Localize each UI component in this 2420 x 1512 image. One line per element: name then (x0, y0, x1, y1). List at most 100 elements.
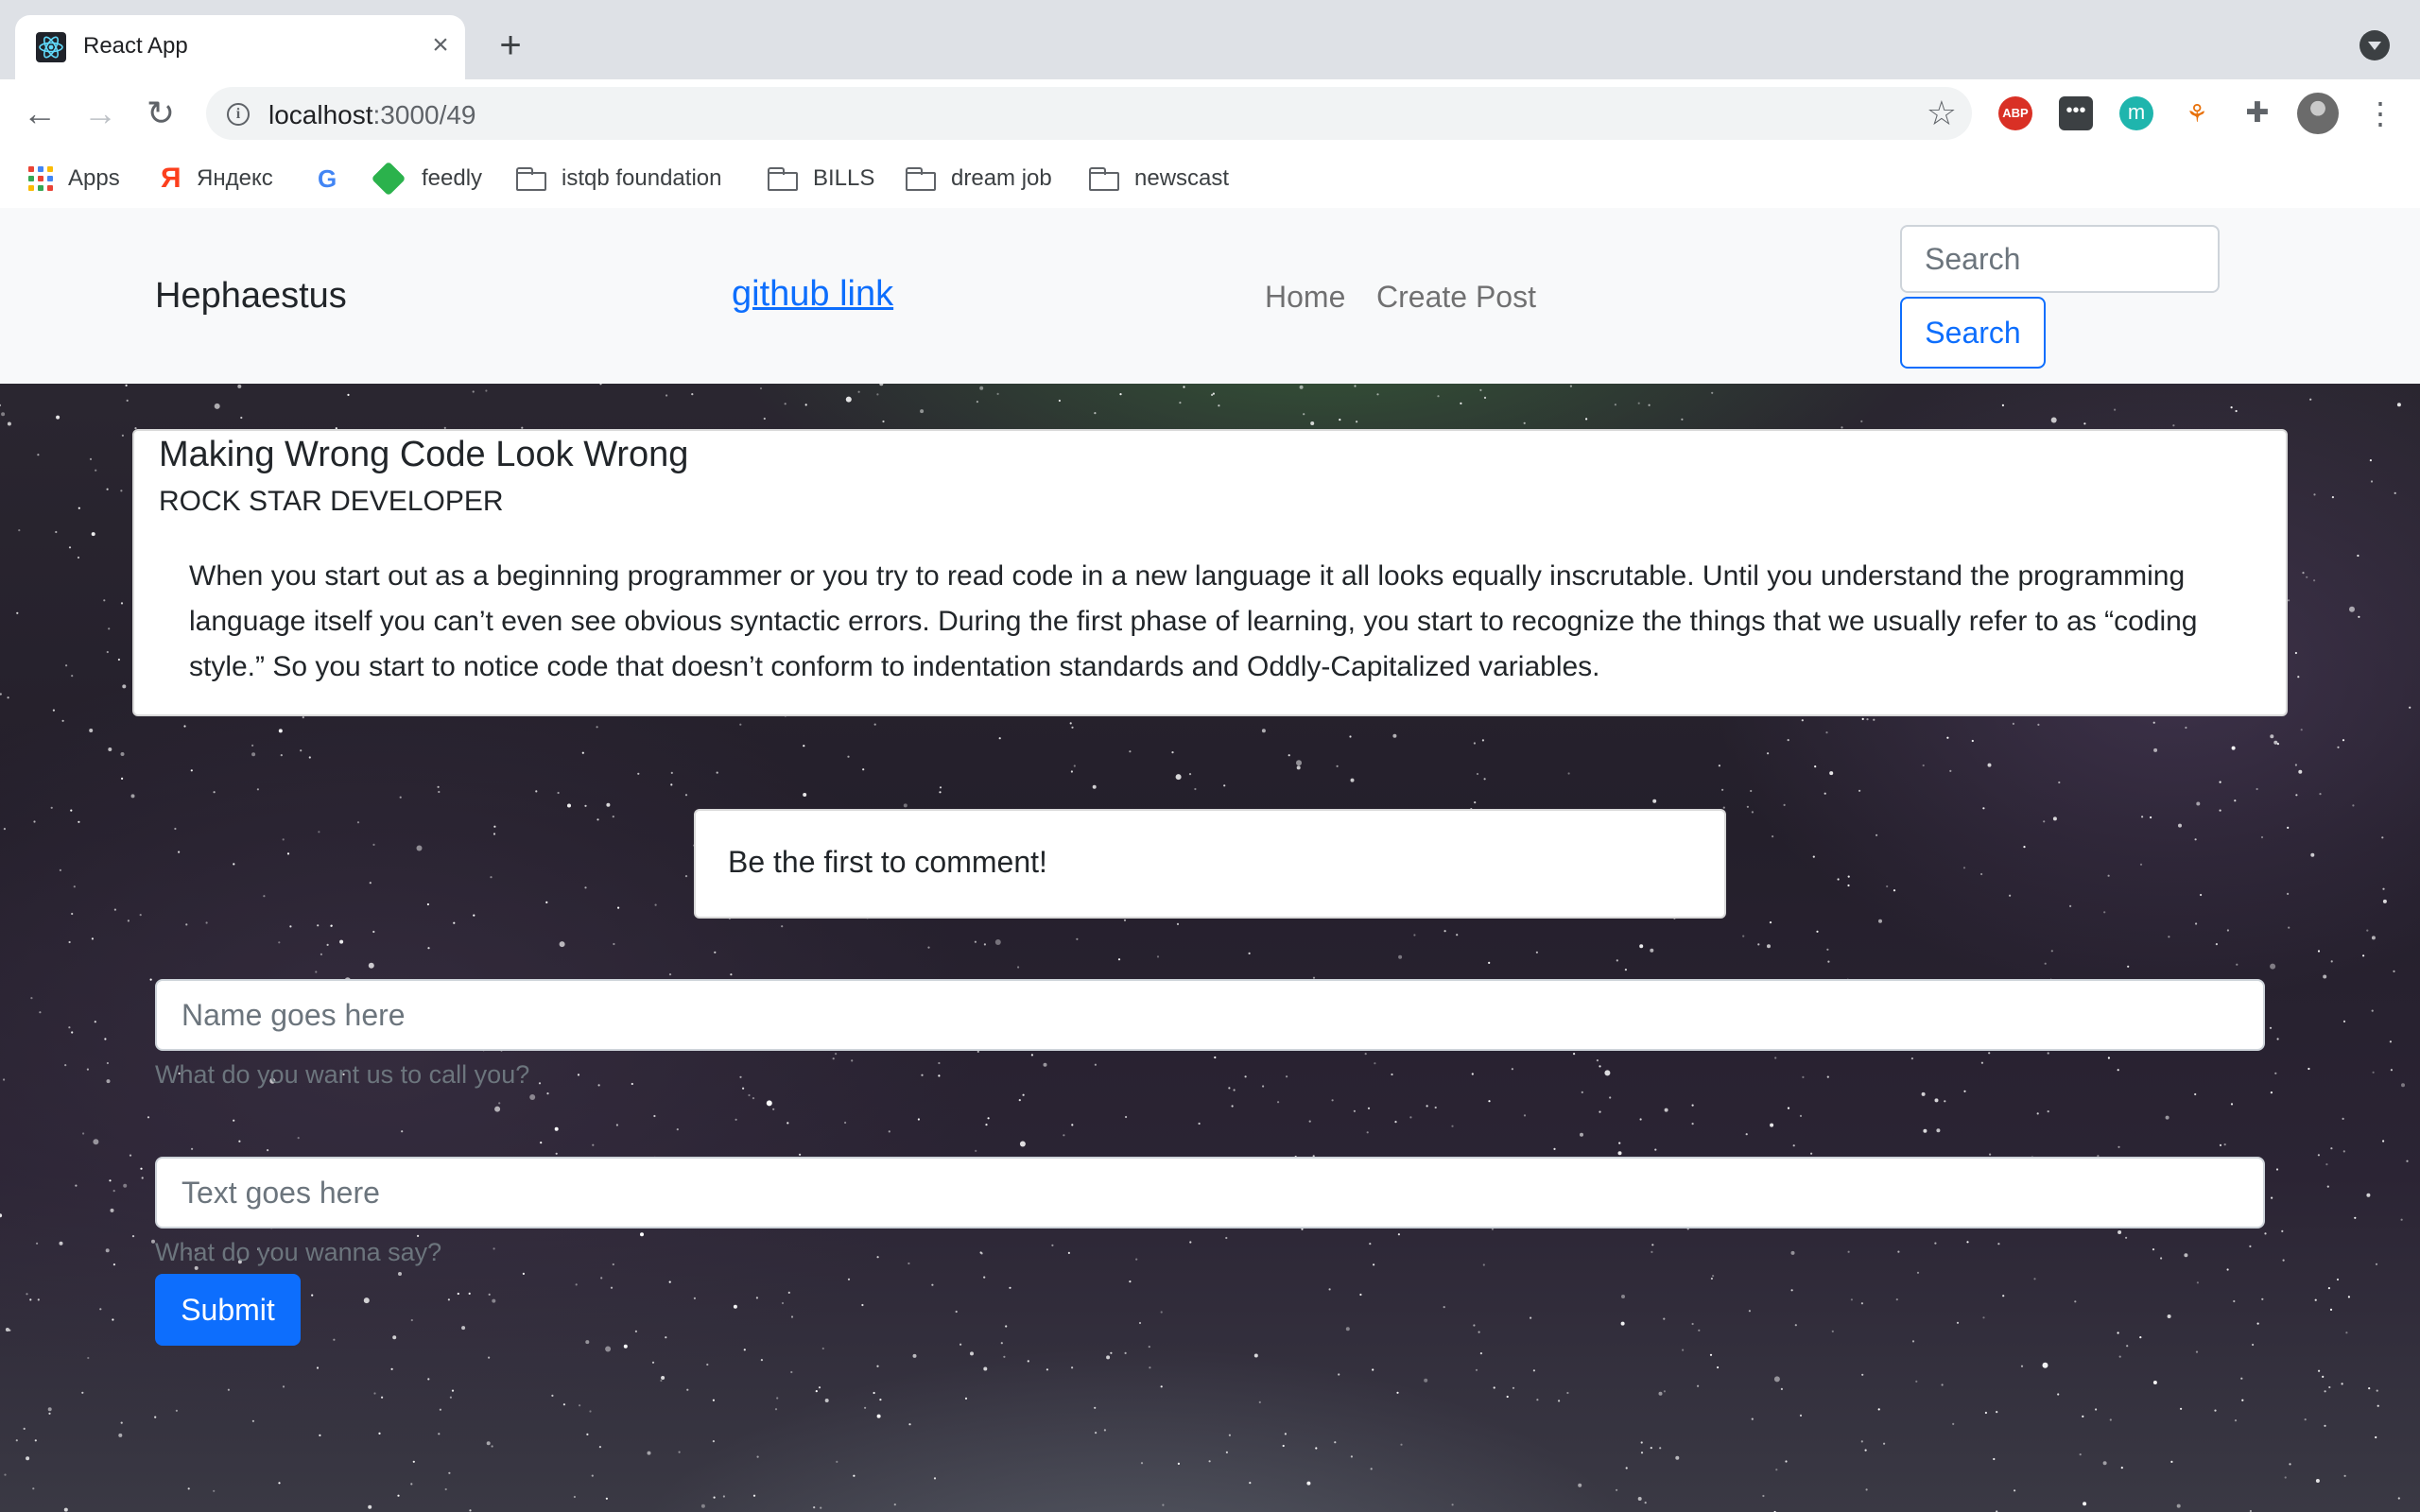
star-dot (2012, 722, 2014, 725)
star-dot (127, 919, 130, 922)
star-dot (876, 393, 879, 396)
site-info-icon[interactable]: i (227, 103, 250, 126)
star-dot (1599, 1065, 1601, 1068)
star-dot (213, 791, 216, 794)
address-bar[interactable]: i localhost:3000/49 ☆ (206, 87, 1972, 140)
name-input[interactable] (155, 979, 2265, 1051)
star-dot (836, 1460, 838, 1463)
star-dot (573, 1495, 577, 1499)
brand-logo[interactable]: Hephaestus (155, 276, 347, 317)
star-dot (1769, 921, 1772, 924)
mercury-icon[interactable]: m (2119, 96, 2153, 130)
nav-link-home[interactable]: Home (1265, 280, 1345, 315)
url-path: :3000/49 (372, 100, 476, 129)
star-dot (1682, 1349, 1685, 1351)
browser-menu-icon[interactable]: ⋮ (2363, 94, 2397, 132)
star-dot (1339, 419, 1341, 421)
star-dot (2256, 787, 2258, 791)
star-dot (2328, 1385, 2331, 1389)
bookmark-google[interactable]: G (318, 164, 354, 193)
star-dot (2377, 1404, 2379, 1407)
search-input[interactable] (1900, 225, 2220, 293)
browser-tab[interactable]: React App × (15, 15, 465, 79)
star-dot (117, 658, 120, 662)
star-dot (1051, 1244, 1054, 1246)
bookmark-istqb-foundation[interactable]: istqb foundation (516, 164, 721, 193)
star-dot (1911, 1340, 1915, 1343)
star-dot (1609, 1096, 1612, 1099)
bookmark-newscast[interactable]: newscast (1089, 164, 1229, 193)
bookmark-bills[interactable]: BILLS (768, 164, 874, 193)
star-dot (378, 1432, 381, 1435)
star-dot (1625, 1467, 1628, 1469)
star-dot (1125, 1115, 1128, 1119)
star-dot (2287, 826, 2290, 829)
url-text[interactable]: localhost:3000/49 (268, 100, 476, 130)
comment-text-input[interactable] (155, 1157, 2265, 1228)
star-dot (2284, 1476, 2287, 1479)
bookmark-yandex[interactable]: Я Яндекс (161, 164, 273, 193)
star-dot (1698, 1329, 1701, 1332)
star-dot (2050, 950, 2053, 953)
star-dot (959, 1343, 962, 1346)
star-dot (1483, 778, 1486, 781)
star-dot (2082, 1415, 2084, 1418)
star-dot (2215, 943, 2218, 946)
star-dot (233, 863, 235, 866)
adblock-plus-icon[interactable]: ABP (1998, 96, 2032, 130)
star-dot (1946, 736, 1949, 739)
bookmark-apps[interactable]: Apps (28, 164, 120, 193)
star-dot (1936, 1128, 1941, 1133)
star-dot (1620, 1321, 1625, 1326)
sitemap-icon[interactable]: ⚘ (2180, 96, 2214, 130)
star-dot (538, 1082, 542, 1085)
star-dot (1567, 772, 1570, 775)
search-button[interactable]: Search (1900, 297, 2046, 369)
extensions-puzzle-icon[interactable]: ✚ (2240, 96, 2274, 130)
star-dot (733, 1304, 737, 1309)
github-link[interactable]: github link (732, 274, 893, 315)
star-dot (1071, 726, 1074, 729)
star-dot (1308, 1120, 1311, 1123)
star-dot (2287, 892, 2290, 896)
star-dot (882, 420, 885, 423)
star-dot (1532, 1369, 1535, 1372)
star-dot (267, 1149, 269, 1152)
star-dot (333, 1338, 336, 1341)
star-dot (1373, 1263, 1375, 1266)
star-dot (2342, 1150, 2345, 1153)
star-dot (712, 1399, 716, 1401)
star-dot (1691, 1322, 1694, 1326)
star-dot (280, 754, 283, 757)
back-arrow-icon[interactable]: ← (21, 94, 59, 132)
reload-icon[interactable]: ↻ (142, 94, 180, 132)
new-tab-icon[interactable]: + (492, 26, 529, 64)
tab-title: React App (83, 33, 188, 59)
star-dot (1663, 1317, 1666, 1320)
forward-arrow-icon[interactable]: → (81, 94, 119, 132)
star-dot (2371, 1009, 2374, 1012)
bookmark-dream-job[interactable]: dream job (906, 164, 1052, 193)
submit-button[interactable]: Submit (155, 1274, 301, 1346)
star-dot (1617, 1151, 1622, 1156)
star-dot (3, 1078, 6, 1081)
star-dot (2269, 1026, 2273, 1029)
star-dot (2331, 496, 2334, 499)
star-dot (931, 1283, 934, 1286)
nav-link-create-post[interactable]: Create Post (1376, 280, 1536, 315)
bookmark-label: Apps (68, 165, 120, 191)
tab-search-icon[interactable] (2360, 30, 2390, 60)
bookmark-star-icon[interactable]: ☆ (1927, 94, 1957, 132)
close-tab-icon[interactable]: × (424, 28, 458, 62)
bookmark-feedly[interactable]: feedly (371, 161, 482, 197)
yandex-icon: Я (161, 163, 182, 194)
star-dot (955, 1310, 958, 1314)
star-dot (1816, 930, 1819, 933)
star-dot (1750, 789, 1753, 793)
star-dot (579, 1404, 581, 1407)
star-dot (861, 1303, 864, 1307)
bitwarden-icon[interactable]: ••• (2059, 96, 2093, 130)
star-dot (599, 384, 602, 386)
profile-avatar[interactable] (2297, 93, 2339, 134)
star-dot (2302, 572, 2305, 575)
